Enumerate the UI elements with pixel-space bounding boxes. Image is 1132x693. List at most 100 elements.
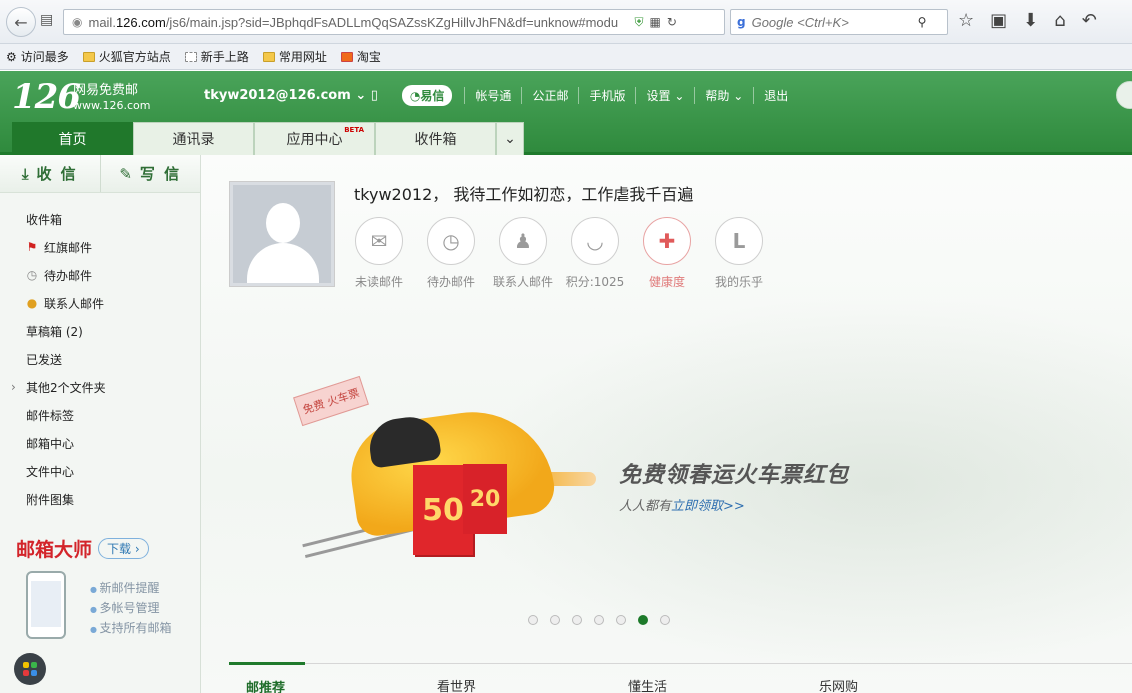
mobile-icon[interactable]: ▯: [371, 88, 378, 103]
stat-contacts[interactable]: ♟ 联系人邮件: [493, 217, 553, 290]
edit-icon: ✎: [119, 164, 134, 183]
compose-button[interactable]: ✎ 写 信: [99, 155, 200, 192]
folder-contacts-mail[interactable]: ● 联系人邮件: [0, 289, 200, 317]
banner-subline: 人人都有立即领取>>: [619, 499, 745, 514]
L-icon: L: [715, 217, 763, 265]
chevron-right-icon[interactable]: ›: [11, 380, 16, 394]
carousel-dot[interactable]: [660, 615, 670, 625]
carousel-dot[interactable]: [594, 615, 604, 625]
search-icon[interactable]: ⚲: [918, 15, 927, 29]
chevron-down-icon: ⌄: [504, 131, 516, 147]
carousel-dot-active[interactable]: [638, 615, 648, 625]
claim-link[interactable]: 立即领取>>: [671, 499, 745, 514]
mail-master-promo[interactable]: 邮箱大师下载 › 新邮件提醒 多帐号管理 支持所有邮箱: [16, 535, 191, 639]
banner-illustration[interactable]: 免费 火车票 50 20: [291, 375, 611, 580]
tab-contacts[interactable]: 通讯录: [133, 122, 254, 155]
stat-lofter[interactable]: L 我的乐乎: [709, 217, 769, 290]
ticket-illustration: 免费 火车票: [293, 375, 369, 427]
banner-slogan: 免费领春运火车票红包 人人都有立即领取>>: [619, 457, 849, 514]
app-launcher-button[interactable]: [14, 653, 46, 685]
bookmark-most-visited[interactable]: ⚙ 访问最多: [6, 48, 69, 65]
subtab-recommend[interactable]: 邮推荐: [229, 662, 305, 693]
folder-sent[interactable]: 已发送: [0, 345, 200, 373]
logo-line1: 网易免费邮: [73, 83, 139, 98]
history-icon[interactable]: ▤: [40, 12, 53, 28]
phone-illustration: [26, 571, 66, 639]
subtab-shopping[interactable]: 乐网购: [802, 664, 993, 693]
bookmark-taobao[interactable]: 淘宝: [340, 48, 381, 65]
carousel-dot[interactable]: [528, 615, 538, 625]
contact-star-icon: ♟: [499, 217, 547, 265]
search-input[interactable]: [751, 14, 912, 30]
subtab-world[interactable]: 看世界: [420, 664, 611, 693]
carousel-dot[interactable]: [616, 615, 626, 625]
avatar[interactable]: [229, 181, 335, 287]
download-button[interactable]: 下载 ›: [98, 538, 149, 559]
browser-toolbar: ← ▤ ◉ mail.126.com/js6/main.jsp?sid=JBph…: [0, 0, 1132, 44]
folder-mail-tags[interactable]: 邮件标签: [0, 401, 200, 429]
tabs-more-button[interactable]: ⌄: [496, 122, 524, 155]
greeting: tkyw2012， 我待工作如初恋，工作虐我千百遍: [354, 185, 694, 204]
logo[interactable]: 126: [12, 77, 81, 117]
stat-points[interactable]: ◡ 积分:1025: [565, 217, 625, 290]
folder-attachments[interactable]: 附件图集: [0, 485, 200, 513]
folder-drafts[interactable]: 草稿箱 (2): [0, 317, 200, 345]
search-box[interactable]: g ⚲: [730, 9, 948, 35]
stat-todo[interactable]: ◷ 待办邮件: [421, 217, 481, 290]
nav-account-pass[interactable]: 帐号通: [464, 87, 521, 104]
star-icon[interactable]: ☆: [958, 10, 974, 31]
search-mail-icon[interactable]: [1116, 81, 1132, 109]
download-icon[interactable]: ⬇: [1023, 10, 1038, 31]
promo-features: 新邮件提醒 多帐号管理 支持所有邮箱: [90, 579, 172, 639]
shield-icon[interactable]: ⛨: [634, 15, 643, 30]
yixin-icon: ◔: [409, 89, 421, 103]
home-icon[interactable]: ⌂: [1054, 10, 1065, 31]
tab-inbox[interactable]: 收件箱: [375, 122, 496, 155]
nav-settings[interactable]: 设置 ⌄: [635, 87, 694, 104]
carousel-dot[interactable]: [572, 615, 582, 625]
bookmark-label: 新手上路: [200, 50, 249, 64]
bookmark-firefox-site[interactable]: 火狐官方站点: [82, 48, 171, 65]
person-icon: ●: [26, 296, 38, 310]
sidebar: ⤓ 收 信 ✎ 写 信 收件箱 ⚑ 红旗邮件 ◷ 待办邮件 ● 联系人邮件 草稿箱 (2)…: [0, 155, 201, 693]
folder-list: 收件箱 ⚑ 红旗邮件 ◷ 待办邮件 ● 联系人邮件 草稿箱 (2) 已发送 › 其他2个…: [0, 205, 200, 513]
page-icon: [184, 51, 197, 62]
undo-icon[interactable]: ↶: [1082, 10, 1097, 31]
receive-button[interactable]: ⤓ 收 信: [0, 155, 100, 192]
nav-logout[interactable]: 退出: [753, 87, 798, 104]
url-text: mail.126.com/js6/main.jsp?sid=JBphqdFsAD…: [88, 14, 619, 30]
nav-mobile[interactable]: 手机版: [578, 87, 635, 104]
folder-icon: [82, 51, 95, 62]
download-icon: ⤓: [21, 164, 31, 183]
folder-mail-center[interactable]: 邮箱中心: [0, 429, 200, 457]
account-menu[interactable]: tkyw2012@126.com ⌄ ▯: [204, 88, 378, 103]
reload-icon[interactable]: ↻: [667, 15, 677, 29]
red-packet-20: 20: [463, 464, 507, 534]
yixin-button[interactable]: ◔易信: [401, 85, 453, 106]
qr-icon[interactable]: ▦: [650, 15, 661, 29]
bookmark-common-sites[interactable]: 常用网址: [262, 48, 327, 65]
folder-file-center[interactable]: 文件中心: [0, 457, 200, 485]
folder-flagged[interactable]: ⚑ 红旗邮件: [0, 233, 200, 261]
coin-icon: ◡: [571, 217, 619, 265]
stat-health[interactable]: ✚ 健康度: [637, 217, 697, 290]
reading-list-icon[interactable]: ▣: [990, 10, 1007, 31]
back-button[interactable]: ←: [6, 7, 36, 37]
bookmark-label: 常用网址: [278, 50, 327, 64]
beta-badge: BETA: [344, 126, 364, 134]
banner-headline: 免费领春运火车票红包: [619, 463, 850, 488]
nav-fair-mail[interactable]: 公正邮: [521, 87, 578, 104]
folder-inbox[interactable]: 收件箱: [0, 205, 200, 233]
bookmark-getting-started[interactable]: 新手上路: [184, 48, 249, 65]
carousel-dot[interactable]: [550, 615, 560, 625]
globe-icon: ◉: [72, 15, 83, 29]
folder-other[interactable]: › 其他2个文件夹: [0, 373, 200, 401]
feature-item: 新邮件提醒: [90, 579, 172, 599]
address-bar[interactable]: ◉ mail.126.com/js6/main.jsp?sid=JBphqdFs…: [63, 9, 725, 35]
nav-help[interactable]: 帮助 ⌄: [694, 87, 753, 104]
tab-app-center[interactable]: 应用中心 BETA: [254, 122, 375, 155]
tab-home[interactable]: 首页: [12, 122, 133, 155]
stat-unread[interactable]: ✉ 未读邮件: [349, 217, 409, 290]
subtab-life[interactable]: 懂生活: [611, 664, 802, 693]
folder-todo[interactable]: ◷ 待办邮件: [0, 261, 200, 289]
